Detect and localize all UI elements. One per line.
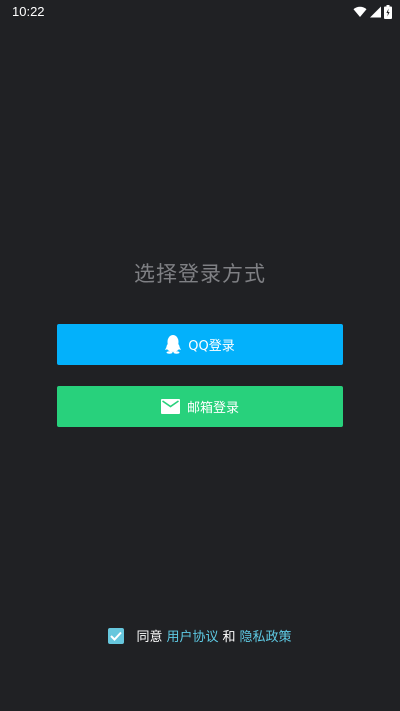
envelope-icon — [160, 399, 180, 414]
status-bar: 10:22 — [0, 0, 400, 24]
privacy-policy-link[interactable]: 隐私政策 — [240, 626, 292, 645]
agreement-checkbox[interactable] — [108, 627, 125, 644]
login-method-title: 选择登录方式 — [134, 262, 266, 286]
qq-login-label: QQ登录 — [188, 339, 235, 354]
agreement-row: 同意 用户协议 和 隐私政策 — [0, 626, 400, 645]
check-icon — [110, 631, 123, 641]
email-login-button[interactable]: 邮箱登录 — [57, 386, 343, 427]
email-login-label: 邮箱登录 — [186, 401, 239, 416]
agreement-prefix: 同意 — [136, 630, 163, 645]
status-time: 10:22 — [12, 4, 45, 19]
wifi-icon — [353, 6, 367, 18]
battery-icon — [384, 5, 392, 19]
user-agreement-link[interactable]: 用户协议 — [166, 626, 218, 645]
agreement-and: 和 — [222, 630, 236, 645]
signal-icon — [370, 6, 381, 18]
qq-login-button[interactable]: QQ登录 — [57, 324, 343, 365]
status-icons — [353, 4, 392, 20]
qq-penguin-icon — [165, 335, 182, 354]
